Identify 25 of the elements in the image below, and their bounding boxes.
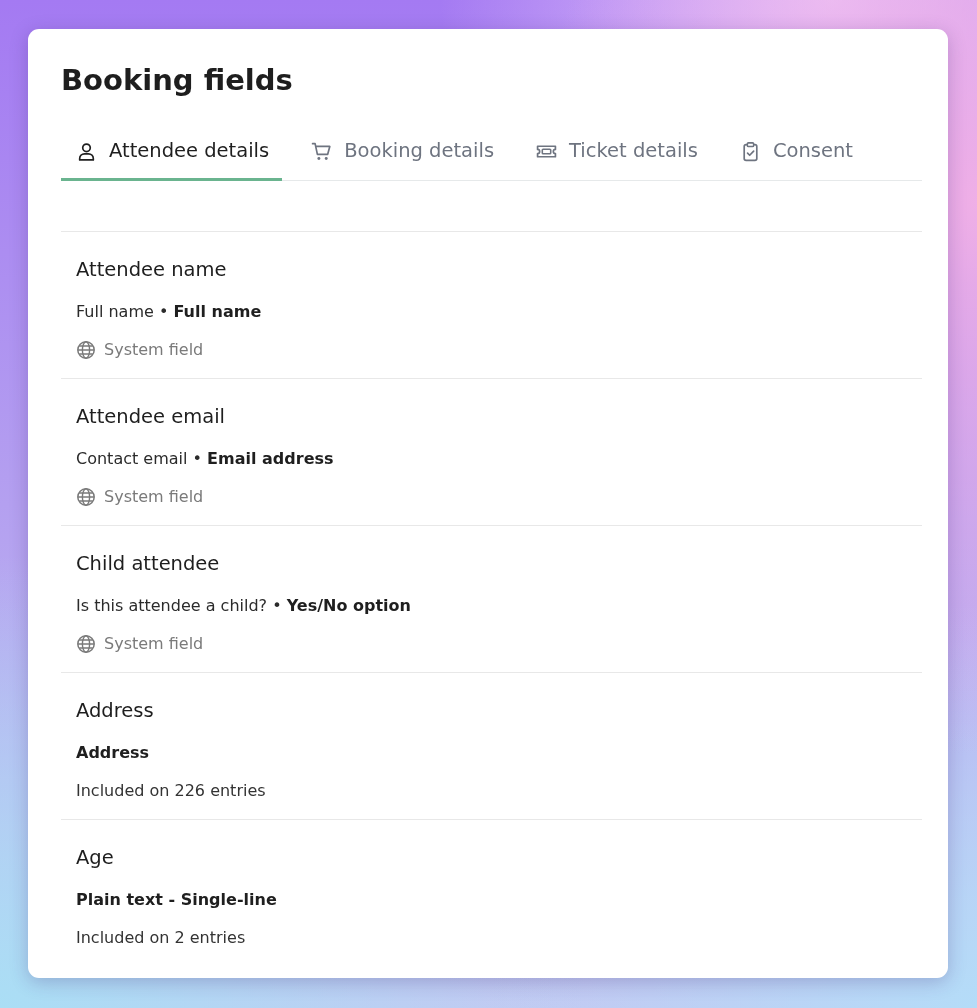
- globe-icon: [76, 340, 96, 360]
- field-name: Child attendee: [76, 551, 220, 577]
- cart-icon: [311, 140, 333, 162]
- tab[interactable]: Attendee details: [61, 121, 283, 181]
- page-title: Booking fields: [61, 62, 293, 99]
- usage-count-text: Included on 226 entries: [76, 780, 266, 802]
- system-field-label: System field: [104, 339, 204, 361]
- field-description: Plain text - Single-line: [76, 889, 277, 911]
- field-description: Address: [76, 742, 150, 764]
- tab[interactable]: Booking details: [296, 121, 508, 181]
- globe-icon: [76, 634, 96, 654]
- usage-count-text: Included on 2 entries: [76, 927, 246, 949]
- globe-icon: [76, 487, 96, 507]
- field-name: Age: [76, 845, 114, 871]
- field-name: Address: [76, 698, 154, 724]
- person-icon: [76, 140, 97, 162]
- field-name: Attendee email: [76, 404, 225, 430]
- field-description: Is this attendee a child? • Yes/No option: [76, 595, 411, 617]
- tab[interactable]: Ticket details: [521, 121, 711, 181]
- field-description: Contact email • Email address: [76, 448, 334, 470]
- field-name: Attendee name: [76, 257, 227, 283]
- system-field-label: System field: [104, 633, 204, 655]
- field-description: Full name • Full name: [76, 301, 262, 323]
- system-field-label: System field: [104, 486, 204, 508]
- tab[interactable]: Consent: [724, 121, 866, 181]
